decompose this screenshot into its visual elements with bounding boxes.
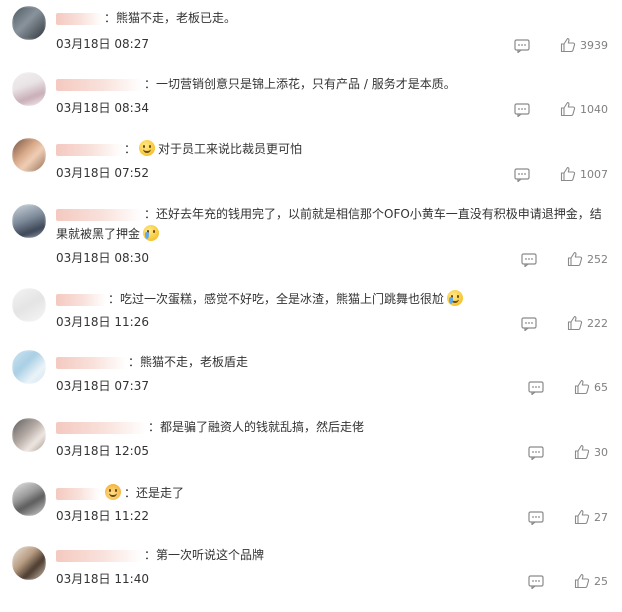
comment-separator: ：: [124, 486, 137, 500]
like-count: 1007: [580, 167, 608, 181]
comment-separator: ：: [144, 77, 157, 91]
comment-time: 11:22: [114, 509, 149, 523]
comment-time: 08:30: [114, 251, 149, 265]
crying-emoji-icon: [143, 225, 160, 241]
comment-date: 03月18日: [56, 315, 111, 329]
comment-icon[interactable]: [528, 574, 544, 590]
comment-separator: ：: [124, 142, 137, 156]
comment-date: 03月18日: [56, 572, 111, 586]
comment-time: 08:34: [114, 101, 149, 115]
comment-icon[interactable]: [528, 445, 544, 461]
comment-text: 熊猫不走，老板已走。: [116, 11, 237, 25]
thumbs-up-icon: [567, 315, 583, 331]
avatar[interactable]: [12, 418, 46, 452]
comment-separator: ：: [148, 420, 161, 434]
comment-time: 08:27: [114, 37, 149, 51]
comment-icon[interactable]: [521, 316, 537, 332]
like-button[interactable]: 25: [574, 573, 608, 589]
comment-time: 12:05: [114, 444, 149, 458]
comment-text: 都是骗了融资人的钱就乱搞，然后走佬: [160, 420, 365, 434]
comment-icon[interactable]: [514, 38, 530, 54]
username[interactable]: [56, 143, 122, 156]
username[interactable]: [56, 549, 142, 562]
like-button[interactable]: 3939: [560, 37, 608, 53]
username[interactable]: [56, 293, 106, 306]
comment-time: 11:26: [114, 315, 149, 329]
avatar[interactable]: [12, 288, 46, 322]
like-count: 30: [594, 445, 608, 459]
comment-time: 07:37: [114, 379, 149, 393]
avatar[interactable]: [12, 482, 46, 516]
username[interactable]: [56, 487, 100, 500]
like-button[interactable]: 65: [574, 379, 608, 395]
comment-date: 03月18日: [56, 379, 111, 393]
like-count: 25: [594, 574, 608, 588]
grin-emoji-icon: [139, 140, 156, 156]
like-button[interactable]: 222: [567, 315, 608, 331]
thumbs-up-icon: [560, 37, 576, 53]
avatar[interactable]: [12, 204, 46, 238]
like-count: 252: [587, 252, 608, 266]
thumbs-up-icon: [574, 444, 590, 460]
username[interactable]: [56, 421, 146, 434]
avatar[interactable]: [12, 72, 46, 106]
like-count: 3939: [580, 38, 608, 52]
avatar[interactable]: [12, 350, 46, 384]
comment-text: 第一次听说这个品牌: [156, 548, 265, 562]
comment-separator: ：: [108, 292, 121, 306]
like-count: 1040: [580, 102, 608, 116]
thumbs-up-icon: [567, 251, 583, 267]
like-button[interactable]: 1007: [560, 166, 608, 182]
like-button[interactable]: 27: [574, 509, 608, 525]
comment-date: 03月18日: [56, 101, 111, 115]
like-count: 65: [594, 380, 608, 394]
username[interactable]: [56, 12, 102, 25]
comment-icon[interactable]: [528, 380, 544, 396]
thumbs-up-icon: [574, 573, 590, 589]
username[interactable]: [56, 208, 142, 221]
comment-icon[interactable]: [514, 167, 530, 183]
comment-list: ：熊猫不走，老板已走。 03月18日 08:27 3939 ：一切营销创意只是锦…: [0, 0, 622, 612]
comment-separator: ：: [128, 355, 141, 369]
thumbs-up-icon: [560, 101, 576, 117]
comment-date: 03月18日: [56, 509, 111, 523]
comment-text: 熊猫不走，老板盾走: [140, 355, 249, 369]
comment-text: 吃过一次蛋糕，感觉不好吃，全是冰渣，熊猫上门跳舞也很尬: [120, 292, 445, 306]
like-button[interactable]: 1040: [560, 101, 608, 117]
comment-separator: ：: [104, 11, 117, 25]
comment-date: 03月18日: [56, 166, 111, 180]
comment-icon[interactable]: [521, 252, 537, 268]
comment-separator: ：: [144, 548, 157, 562]
comment-date: 03月18日: [56, 37, 111, 51]
comment-date: 03月18日: [56, 251, 111, 265]
comment-text: 对于员工来说比裁员更可怕: [158, 142, 303, 156]
like-button[interactable]: 30: [574, 444, 608, 460]
comment-time: 11:40: [114, 572, 149, 586]
avatar[interactable]: [12, 546, 46, 580]
comment-separator: ：: [144, 207, 157, 221]
avatar[interactable]: [12, 138, 46, 172]
thumbs-up-icon: [574, 509, 590, 525]
avatar[interactable]: [12, 6, 46, 40]
comment-icon[interactable]: [528, 510, 544, 526]
like-count: 27: [594, 510, 608, 524]
like-count: 222: [587, 316, 608, 330]
username[interactable]: [56, 356, 126, 369]
comment-time: 07:52: [114, 166, 149, 180]
comment-icon[interactable]: [514, 102, 530, 118]
thumbs-up-icon: [574, 379, 590, 395]
laugh-cry-emoji-icon: [447, 290, 464, 306]
comment-text: 还是走了: [136, 486, 185, 500]
thumbs-up-icon: [560, 166, 576, 182]
like-button[interactable]: 252: [567, 251, 608, 267]
comment-date: 03月18日: [56, 444, 111, 458]
username[interactable]: [56, 78, 142, 91]
comment-text: 一切营销创意只是锦上添花，只有产品 / 服务才是本质。: [156, 77, 456, 91]
emoji-icon: [105, 484, 121, 500]
